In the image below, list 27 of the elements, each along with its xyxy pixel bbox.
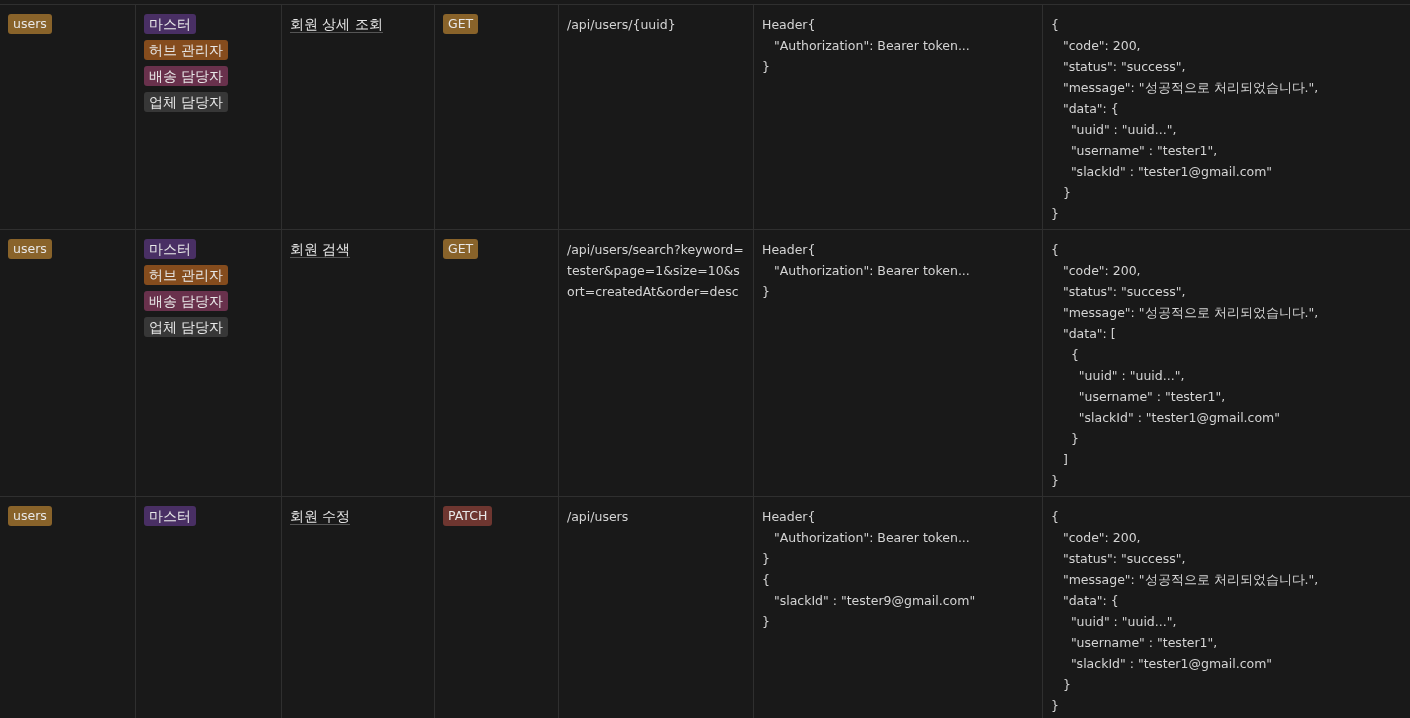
category-tag: users	[8, 239, 52, 259]
page-link[interactable]: 회원 수정	[290, 508, 351, 525]
url-text: /api/users	[567, 508, 630, 526]
response-text: { "code": 200, "status": "success", "message": "성공적으로 처리되었습니다.", "data": [ { "uuid" : "uuid...", "username" : "tester1", "slackId" : "tester1@gmail.com" } ] }	[1051, 241, 1320, 490]
url-text: /api/users/search?keyword=tester&page=1&size=10&sort=createdAt&order=desc	[567, 241, 745, 301]
role-tag: 배송 담당자	[144, 291, 229, 311]
role-tag: 마스터	[144, 239, 196, 259]
request-text: Header{ "Authorization": Bearer token... } { "slackId" : "tester9@gmail.com" }	[762, 508, 977, 631]
method-tag: GET	[443, 14, 479, 34]
method-tag: PATCH	[443, 506, 493, 526]
page-link[interactable]: 회원 상세 조회	[290, 16, 383, 33]
role-tag: 허브 관리자	[144, 40, 229, 60]
role-tag: 마스터	[144, 14, 196, 34]
response-text: { "code": 200, "status": "success", "message": "성공적으로 처리되었습니다.", "data": { "uuid" : "uuid...", "username" : "tester1", "slackId" : "tester1@gmail.com" } }	[1051, 508, 1320, 715]
role-tag: 마스터	[144, 506, 196, 526]
role-tag: 업체 담당자	[144, 92, 229, 112]
request-text: Header{ "Authorization": Bearer token... }	[762, 241, 971, 301]
role-tag: 배송 담당자	[144, 66, 229, 86]
category-tag: users	[8, 506, 52, 526]
url-text: /api/users/{uuid}	[567, 16, 677, 34]
response-text: { "code": 200, "status": "success", "message": "성공적으로 처리되었습니다.", "data": { "uuid" : "uuid...", "username" : "tester1", "slackId" : "tester1@gmail.com" } }	[1051, 16, 1320, 223]
category-tag: users	[8, 14, 52, 34]
request-text: Header{ "Authorization": Bearer token... }	[762, 16, 971, 76]
role-tag: 업체 담당자	[144, 317, 229, 337]
method-tag: GET	[443, 239, 479, 259]
role-tag: 허브 관리자	[144, 265, 229, 285]
page-link[interactable]: 회원 검색	[290, 241, 351, 258]
